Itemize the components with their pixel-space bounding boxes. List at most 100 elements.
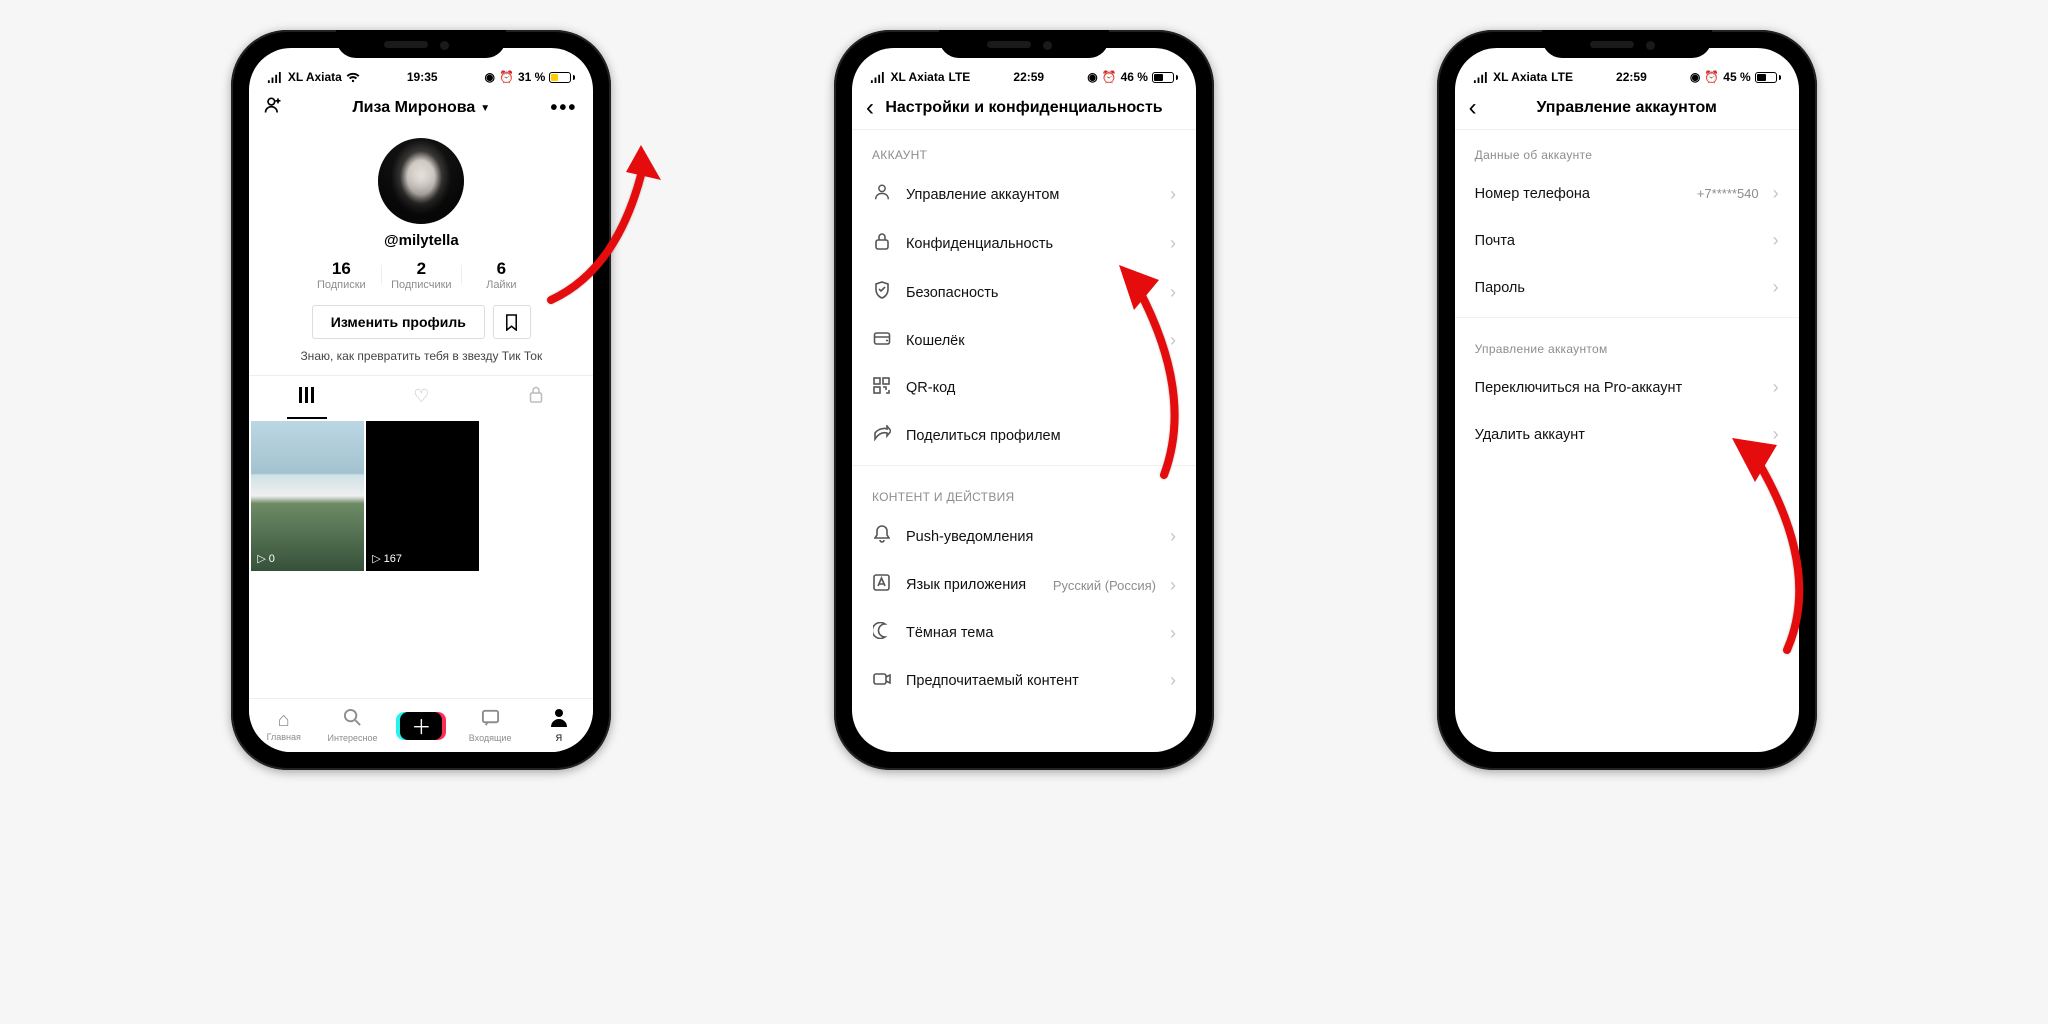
carrier-label: XL Axiata <box>288 70 342 84</box>
tab-label: Интересное <box>328 733 378 743</box>
profile-content-tabs: ♡ <box>249 375 593 419</box>
annotation-arrow <box>1647 400 1847 660</box>
stat-label: Подписчики <box>381 279 461 291</box>
caret-down-icon: ▼ <box>480 103 490 114</box>
phone-notch <box>1542 30 1712 58</box>
section-account-title: АККАУНТ <box>852 130 1196 170</box>
video-thumb[interactable]: ▷ 0 <box>251 421 364 571</box>
row-dark-theme[interactable]: Тёмная тема › <box>852 609 1196 657</box>
page-title: Настройки и конфиденциальность <box>885 99 1162 117</box>
annotation-arrow <box>501 120 691 310</box>
tab-private[interactable] <box>479 376 594 419</box>
annotation-arrow <box>1044 225 1214 485</box>
tab-label: Главная <box>267 732 301 742</box>
tab-liked[interactable]: ♡ <box>364 376 479 419</box>
tab-label: Я <box>556 733 563 743</box>
alarm-icon: ⏰ <box>1102 70 1117 84</box>
page-header: ‹ Управление аккаунтом <box>1455 86 1799 130</box>
bottom-tabbar: ⌂ Главная Интересное ＋ Входящие <box>249 698 593 752</box>
profile-bio: Знаю, как превратить тебя в звезду Тик Т… <box>249 349 593 363</box>
more-menu-button[interactable]: ••• <box>550 97 577 120</box>
chevron-right-icon: › <box>1170 623 1176 644</box>
lock-icon <box>872 232 892 255</box>
tab-inbox[interactable]: Входящие <box>456 699 525 752</box>
status-time: 22:59 <box>1616 70 1647 84</box>
edit-profile-button[interactable]: Изменить профиль <box>312 305 485 339</box>
language-icon <box>872 574 892 596</box>
inbox-icon <box>481 708 500 731</box>
add-user-icon[interactable] <box>263 95 283 121</box>
phone-profile: XL Axiata 19:35 ◉ ⏰ 31 % Л <box>231 30 611 770</box>
home-icon: ⌂ <box>278 710 290 730</box>
row-value: Русский (Россия) <box>1053 578 1156 593</box>
search-icon <box>343 708 362 731</box>
dnd-icon: ◉ <box>1690 70 1700 84</box>
video-grid: ▷ 0 ▷ 167 <box>249 419 593 571</box>
alarm-icon: ⏰ <box>499 70 514 84</box>
person-icon <box>550 708 568 731</box>
tab-upload[interactable]: ＋ <box>387 699 456 752</box>
play-count: ▷ 0 <box>257 552 275 565</box>
battery-icon <box>1152 72 1178 83</box>
video-thumb[interactable]: ▷ 167 <box>366 421 479 571</box>
chevron-right-icon: › <box>1773 183 1779 204</box>
profile-name-label: Лиза Миронова <box>352 99 475 117</box>
status-time: 22:59 <box>1013 70 1044 84</box>
upload-plus-icon: ＋ <box>400 712 442 740</box>
video-thumb-empty <box>481 421 593 571</box>
stat-followers[interactable]: 2 Подписчики <box>381 259 461 291</box>
tab-home[interactable]: ⌂ Главная <box>249 699 318 752</box>
play-count: ▷ 167 <box>372 552 402 565</box>
chevron-right-icon: › <box>1170 184 1176 205</box>
stat-following[interactable]: 16 Подписки <box>301 259 381 291</box>
user-icon <box>872 183 892 206</box>
phone-notch <box>939 30 1109 58</box>
status-time: 19:35 <box>407 70 438 84</box>
row-label: Управление аккаунтом <box>906 187 1156 203</box>
signal-icon <box>870 72 887 83</box>
qr-icon <box>872 377 892 399</box>
row-email[interactable]: Почта › <box>1455 217 1799 264</box>
battery-pct: 46 % <box>1121 70 1148 84</box>
profile-name-dropdown[interactable]: Лиза Миронова ▼ <box>352 99 490 117</box>
camera-icon <box>872 671 892 691</box>
row-password[interactable]: Пароль › <box>1455 264 1799 311</box>
share-icon <box>872 425 892 446</box>
chevron-right-icon: › <box>1170 670 1176 691</box>
alarm-icon: ⏰ <box>1704 70 1719 84</box>
wallet-icon <box>872 330 892 351</box>
dnd-icon: ◉ <box>485 70 495 84</box>
avatar[interactable] <box>378 138 464 224</box>
tab-grid[interactable] <box>249 376 364 419</box>
tab-me[interactable]: Я <box>525 699 594 752</box>
phone-settings: XL Axiata LTE 22:59 ◉ ⏰ 46 % ‹ Настройки… <box>834 30 1214 770</box>
battery-icon <box>549 72 575 83</box>
back-button[interactable]: ‹ <box>866 96 874 120</box>
stat-label: Подписки <box>301 279 381 291</box>
signal-icon <box>1473 72 1490 83</box>
back-button[interactable]: ‹ <box>1469 96 1477 120</box>
bookmark-button[interactable] <box>493 305 531 339</box>
signal-icon <box>267 72 284 83</box>
tab-label: Входящие <box>469 733 512 743</box>
bell-icon <box>872 525 892 548</box>
row-content-pref[interactable]: Предпочитаемый контент › <box>852 657 1196 704</box>
row-label: Предпочитаемый контент <box>906 673 1156 689</box>
row-label: Язык приложения <box>906 577 1039 593</box>
section-manage-account: Управление аккаунтом <box>1455 324 1799 364</box>
row-phone-number[interactable]: Номер телефона +7*****540 › <box>1455 170 1799 217</box>
shield-icon <box>872 281 892 304</box>
row-manage-account[interactable]: Управление аккаунтом › <box>852 170 1196 219</box>
stat-num: 16 <box>301 259 381 279</box>
network-label: LTE <box>949 70 971 84</box>
network-label: LTE <box>1551 70 1573 84</box>
row-label: Номер телефона <box>1475 186 1683 202</box>
chevron-right-icon: › <box>1773 377 1779 398</box>
page-header: ‹ Настройки и конфиденциальность <box>852 86 1196 130</box>
chevron-right-icon: › <box>1170 526 1176 547</box>
row-push[interactable]: Push-уведомления › <box>852 512 1196 561</box>
row-language[interactable]: Язык приложения Русский (Россия) › <box>852 561 1196 609</box>
tab-discover[interactable]: Интересное <box>318 699 387 752</box>
chevron-right-icon: › <box>1773 230 1779 251</box>
carrier-label: XL Axiata <box>1493 70 1547 84</box>
